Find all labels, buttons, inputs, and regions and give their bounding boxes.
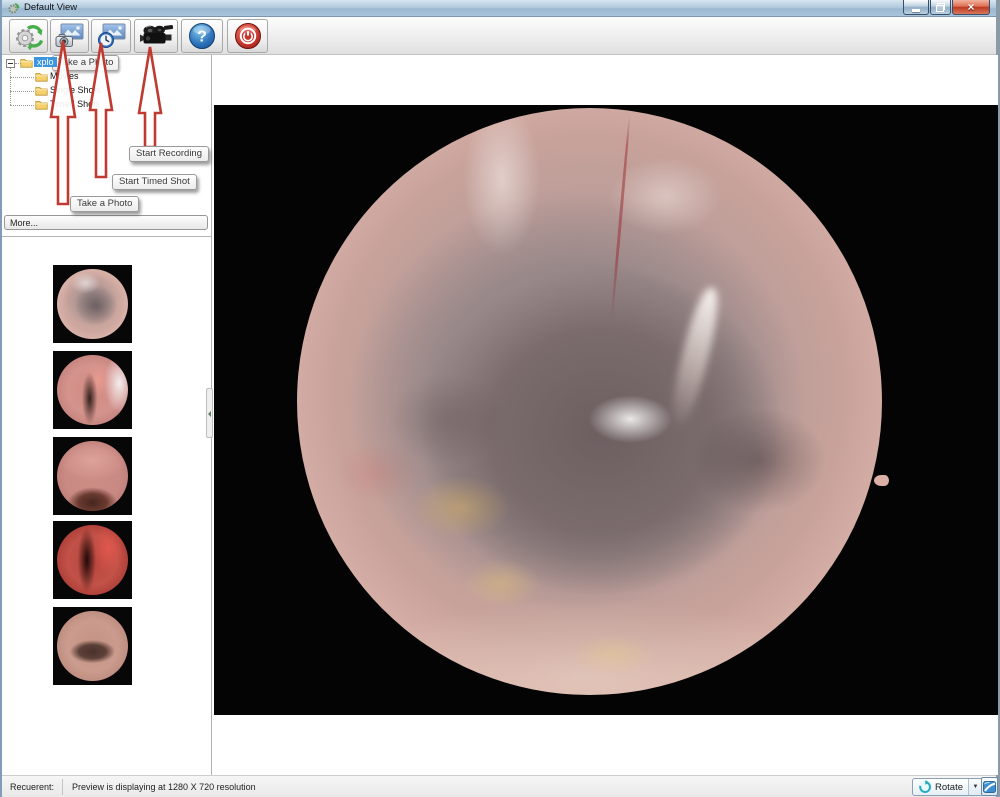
camera-photo-icon xyxy=(53,22,86,50)
help-icon: ? xyxy=(187,22,217,50)
folder-icon xyxy=(35,85,48,96)
screen-icon xyxy=(983,781,996,793)
tree-item-timed-shots[interactable]: Timed Shots xyxy=(50,98,100,111)
take-photo-button[interactable] xyxy=(50,19,89,53)
tree-item-xplo[interactable]: xplo xyxy=(34,57,57,67)
annotation-start-timed-shot: Start Timed Shot xyxy=(112,174,197,190)
live-preview-viewport xyxy=(214,105,998,715)
annotation-start-recording: Start Recording xyxy=(129,146,209,162)
otoscope-eardrum-image xyxy=(297,108,882,695)
settings-button[interactable] xyxy=(9,19,48,53)
exit-button[interactable] xyxy=(227,19,268,53)
display-mode-button[interactable] xyxy=(981,777,998,796)
thumbnail-nasal-passage[interactable] xyxy=(53,351,132,429)
close-button[interactable]: × xyxy=(952,0,990,15)
clock-photo-icon xyxy=(95,22,128,50)
folder-icon xyxy=(35,99,48,110)
throat-thumbnail-image xyxy=(57,441,128,511)
rotate-label: Rotate xyxy=(935,782,963,793)
folder-icon xyxy=(35,71,48,82)
title-bar: Default View × xyxy=(2,0,996,17)
status-message: Preview is displaying at 1280 X 720 reso… xyxy=(72,782,256,792)
collapse-expander-icon[interactable] xyxy=(6,59,15,68)
eardrum-thumbnail-image xyxy=(57,269,128,339)
tree-row-single-shots[interactable]: Single Shots xyxy=(2,84,210,97)
caption-buttons: × xyxy=(902,0,990,15)
window-title: Default View xyxy=(24,2,77,13)
gear-refresh-icon xyxy=(13,22,45,51)
close-icon: × xyxy=(967,1,974,14)
left-panel: xplo Movies Single Shots Timed Shots Mor… xyxy=(2,55,212,775)
toolbar: ? xyxy=(2,17,996,55)
thumbnail-eardrum[interactable] xyxy=(53,265,132,343)
panel-divider xyxy=(2,236,211,237)
tooltip-take-a-photo: Take a Photo xyxy=(52,55,119,71)
restore-button[interactable] xyxy=(930,0,951,15)
power-icon xyxy=(233,22,263,50)
tree-row-timed-shots[interactable]: Timed Shots xyxy=(2,98,210,111)
rotate-control: Rotate ▼ xyxy=(912,778,983,796)
nasal-thumbnail-image xyxy=(57,355,128,425)
app-window: Default View × xyxy=(0,0,1000,797)
skin-nub-detail xyxy=(874,475,889,486)
tree-item-movies[interactable]: Movies xyxy=(50,70,79,83)
chevron-down-icon: ▼ xyxy=(973,784,979,790)
camcorder-icon xyxy=(138,22,174,50)
panel-splitter-handle[interactable] xyxy=(206,388,213,438)
annotation-take-a-photo: Take a Photo xyxy=(70,196,139,212)
more-button[interactable]: More... xyxy=(4,215,208,230)
minimize-button[interactable] xyxy=(903,0,929,15)
help-button[interactable]: ? xyxy=(181,19,223,53)
timed-shot-button[interactable] xyxy=(91,19,131,53)
main-area xyxy=(213,55,998,775)
status-separator xyxy=(62,779,63,795)
thumbnail-throat[interactable] xyxy=(53,437,132,515)
thumbnail-epiglottis[interactable] xyxy=(53,607,132,685)
rotate-button[interactable]: Rotate xyxy=(913,779,968,795)
epiglottis-thumbnail-image xyxy=(57,611,128,681)
minimize-icon xyxy=(912,9,920,12)
record-video-button[interactable] xyxy=(134,19,178,53)
thumbnail-nasal-red[interactable] xyxy=(53,521,132,599)
status-label: Recuerent: xyxy=(10,782,54,792)
help-glyph: ? xyxy=(197,29,207,46)
tree-row-movies[interactable]: Movies xyxy=(2,70,210,83)
nasal-red-thumbnail-image xyxy=(57,525,128,595)
rotate-dropdown-button[interactable]: ▼ xyxy=(968,779,982,795)
rotate-icon xyxy=(918,780,932,794)
tree-item-single-shots[interactable]: Single Shots xyxy=(50,84,101,97)
status-bar: Recuerent: Preview is displaying at 1280… xyxy=(2,775,996,797)
folder-icon xyxy=(20,57,33,68)
restore-icon xyxy=(936,3,945,12)
